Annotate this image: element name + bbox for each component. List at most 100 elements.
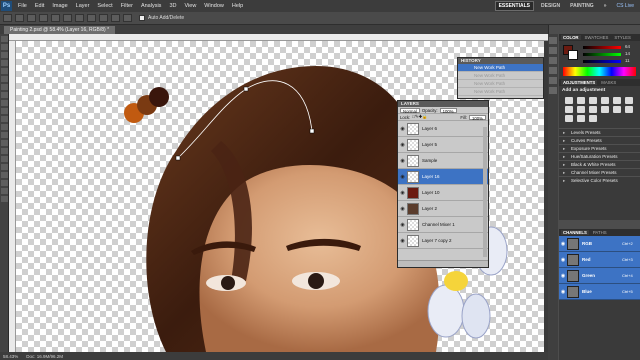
rectangle-icon[interactable]: [75, 14, 84, 22]
layer-name[interactable]: Channel Mixer 1: [422, 222, 455, 227]
tab-masks[interactable]: MASKS: [599, 80, 618, 85]
cs-live-button[interactable]: CS Live: [613, 2, 637, 10]
visibility-eye-icon[interactable]: ◉: [398, 174, 407, 180]
eraser-tool-icon[interactable]: [1, 116, 8, 122]
visibility-eye-icon[interactable]: ◉: [398, 158, 407, 164]
history-brush-tool-icon[interactable]: [1, 108, 8, 114]
photo-filter-icon[interactable]: [589, 106, 597, 113]
type-tool-icon[interactable]: [1, 156, 8, 162]
layer-name[interactable]: Sample: [422, 158, 437, 163]
layer-name[interactable]: Layer 2: [422, 206, 437, 211]
lasso-tool-icon[interactable]: [1, 52, 8, 58]
layer-row[interactable]: ◉ Layer 7 copy 2: [398, 233, 488, 249]
layer-row[interactable]: ◉ Layer 6: [398, 121, 488, 137]
custom-shape-icon[interactable]: [123, 14, 132, 22]
pen-icon[interactable]: [51, 14, 60, 22]
tab-styles[interactable]: STYLES: [612, 35, 632, 40]
brightness-contrast-icon[interactable]: [565, 97, 573, 104]
healing-tool-icon[interactable]: [1, 84, 8, 90]
preset-selective-color[interactable]: Selective Color Presets: [559, 176, 640, 185]
layers-scrollbar[interactable]: [483, 127, 487, 257]
history-step[interactable]: New Work Path: [458, 64, 543, 72]
tab-adjustments[interactable]: ADJUSTMENTS: [561, 80, 598, 85]
paragraph-panel-icon[interactable]: [549, 87, 557, 94]
layer-row[interactable]: ◉ Layer 16: [398, 169, 488, 185]
preset-exposure[interactable]: Exposure Presets: [559, 144, 640, 153]
ellipse-icon[interactable]: [87, 14, 96, 22]
dodge-tool-icon[interactable]: [1, 140, 8, 146]
auto-add-delete-checkbox[interactable]: [139, 15, 145, 21]
layer-row[interactable]: ◉ Layer 5: [398, 137, 488, 153]
shape-layers-icon[interactable]: [15, 14, 24, 22]
channel-row-blue[interactable]: ◉ Blue Ctrl+5: [559, 284, 640, 300]
layer-name[interactable]: Layer 16: [422, 174, 440, 179]
line-icon[interactable]: [111, 14, 120, 22]
channel-row-rgb[interactable]: ◉ RGB Ctrl+2: [559, 236, 640, 252]
menu-help[interactable]: Help: [228, 3, 247, 9]
workspace-painting[interactable]: PAINTING: [567, 2, 597, 10]
actions-panel-icon[interactable]: [549, 47, 557, 54]
visibility-eye-icon[interactable]: ◉: [398, 222, 407, 228]
threshold-icon[interactable]: [565, 115, 573, 122]
layer-name[interactable]: Layer 7 copy 2: [422, 238, 452, 243]
lock-icons[interactable]: □✎✚🔒: [412, 114, 427, 120]
color-ramp[interactable]: [563, 67, 636, 76]
menu-analysis[interactable]: Analysis: [137, 3, 165, 9]
visibility-eye-icon[interactable]: ◉: [398, 126, 407, 132]
blur-tool-icon[interactable]: [1, 132, 8, 138]
vibrance-icon[interactable]: [613, 97, 621, 104]
tab-paths[interactable]: PATHS: [591, 230, 609, 235]
hand-tool-icon[interactable]: [1, 188, 8, 194]
document-tab[interactable]: Painting 2.psd @ 58.4% (Layer 16, RGB/8)…: [4, 26, 116, 34]
path-select-tool-icon[interactable]: [1, 164, 8, 170]
ruler-vertical[interactable]: [9, 41, 16, 352]
menu-file[interactable]: File: [14, 3, 31, 9]
layer-row[interactable]: ◉ Sample: [398, 153, 488, 169]
blend-mode-select[interactable]: Normal: [400, 107, 420, 114]
green-slider[interactable]: [583, 53, 621, 56]
tab-channels[interactable]: CHANNELS: [561, 230, 589, 235]
menu-3d[interactable]: 3D: [165, 3, 180, 9]
workspace-design[interactable]: DESIGN: [538, 2, 563, 10]
visibility-eye-icon[interactable]: ◉: [559, 289, 567, 295]
menu-image[interactable]: Image: [48, 3, 71, 9]
path-anchor[interactable]: [309, 128, 315, 134]
green-value[interactable]: 14: [625, 51, 630, 56]
visibility-eye-icon[interactable]: ◉: [559, 273, 567, 279]
paths-mode-icon[interactable]: [27, 14, 36, 22]
posterize-icon[interactable]: [625, 106, 633, 113]
fill-pixels-icon[interactable]: [39, 14, 48, 22]
background-color-swatch[interactable]: [568, 50, 578, 60]
path-anchor[interactable]: [175, 155, 181, 161]
channel-row-red[interactable]: ◉ Red Ctrl+3: [559, 252, 640, 268]
red-slider[interactable]: [583, 46, 621, 49]
history-panel-icon[interactable]: [549, 37, 557, 44]
selective-color-icon[interactable]: [589, 115, 597, 122]
preset-black-white[interactable]: Black & White Presets: [559, 160, 640, 169]
layer-row[interactable]: ◉ Layer 2: [398, 201, 488, 217]
path-anchor[interactable]: [243, 86, 249, 92]
preset-levels[interactable]: Levels Presets: [559, 128, 640, 137]
visibility-eye-icon[interactable]: ◉: [559, 257, 567, 263]
color-balance-icon[interactable]: [565, 106, 573, 113]
tab-color[interactable]: COLOR: [561, 35, 581, 40]
move-tool-icon[interactable]: [1, 36, 8, 42]
preset-hue-saturation[interactable]: Hue/Saturation Presets: [559, 152, 640, 161]
shape-tool-icon[interactable]: [1, 172, 8, 178]
layer-row[interactable]: ◉ Layer 10: [398, 185, 488, 201]
layer-row[interactable]: ◉ Channel Mixer 1: [398, 217, 488, 233]
polygon-icon[interactable]: [99, 14, 108, 22]
crop-tool-icon[interactable]: [1, 68, 8, 74]
opacity-input[interactable]: 100%: [439, 107, 457, 114]
pen-tool-icon[interactable]: [1, 148, 8, 154]
clone-stamp-tool-icon[interactable]: [1, 100, 8, 106]
visibility-eye-icon[interactable]: ◉: [398, 206, 407, 212]
red-value[interactable]: 64: [625, 44, 630, 49]
black-white-icon[interactable]: [577, 106, 585, 113]
history-step[interactable]: New Work Path: [458, 72, 543, 80]
visibility-eye-icon[interactable]: ◉: [398, 190, 407, 196]
invert-icon[interactable]: [613, 106, 621, 113]
eyedropper-tool-icon[interactable]: [1, 76, 8, 82]
ruler-horizontal[interactable]: [9, 34, 548, 41]
blue-slider[interactable]: [583, 60, 621, 63]
